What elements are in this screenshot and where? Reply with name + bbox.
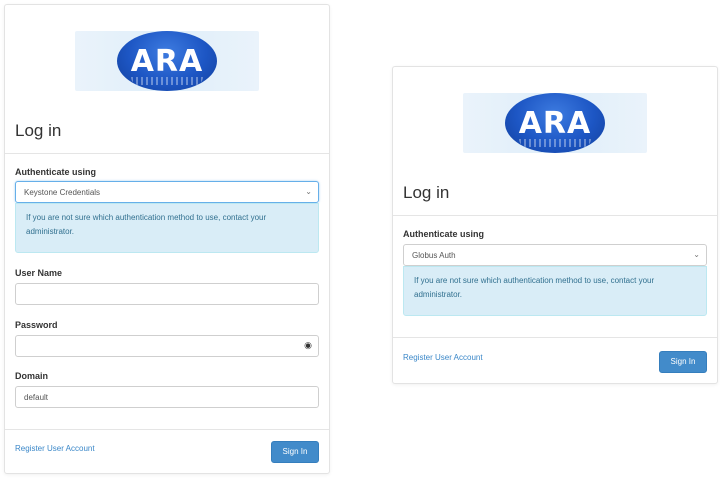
login-panel-keystone: ARA Log in Authenticate using Keystone C…	[4, 4, 330, 474]
logo-banner: ARA	[463, 93, 647, 153]
ara-logo: ARA	[505, 93, 605, 153]
divider	[5, 153, 329, 154]
auth-help-text: If you are not sure which authentication…	[26, 213, 267, 236]
page-title: Log in	[403, 183, 450, 202]
auth-method-value: Keystone Credentials	[24, 188, 101, 197]
domain-value: default	[24, 393, 49, 402]
footer-divider	[5, 429, 329, 430]
logo-skyline-decoration	[131, 77, 203, 85]
footer-divider	[393, 337, 717, 338]
register-account-link[interactable]: Register User Account	[15, 444, 95, 453]
auth-method-select[interactable]: Globus Auth ⌄	[403, 244, 707, 266]
auth-help-info: If you are not sure which authentication…	[403, 266, 707, 316]
page-title: Log in	[15, 121, 62, 140]
ara-logo: ARA	[117, 31, 217, 91]
auth-method-select[interactable]: Keystone Credentials ⌄	[15, 181, 319, 203]
logo-banner: ARA	[75, 31, 259, 91]
chevron-down-icon: ⌄	[693, 250, 700, 259]
register-account-link[interactable]: Register User Account	[403, 353, 483, 362]
sign-in-button[interactable]: Sign In	[659, 351, 707, 373]
username-input[interactable]	[15, 283, 319, 305]
chevron-down-icon: ⌄	[305, 187, 312, 196]
logo-text: ARA	[130, 43, 204, 79]
username-label: User Name	[15, 268, 63, 278]
divider	[393, 215, 717, 216]
login-panel-globus: ARA Log in Authenticate using Globus Aut…	[392, 66, 718, 384]
domain-input[interactable]: default	[15, 386, 319, 408]
authenticate-using-label: Authenticate using	[15, 167, 97, 177]
logo-skyline-decoration	[519, 139, 591, 147]
logo-text: ARA	[518, 105, 592, 141]
authenticate-using-label: Authenticate using	[403, 229, 485, 239]
auth-help-info: If you are not sure which authentication…	[15, 203, 319, 253]
password-label: Password	[15, 320, 58, 330]
auth-method-value: Globus Auth	[412, 251, 456, 260]
password-input[interactable]: ◉	[15, 335, 319, 357]
domain-label: Domain	[15, 371, 49, 381]
eye-icon[interactable]: ◉	[304, 340, 312, 351]
sign-in-button[interactable]: Sign In	[271, 441, 319, 463]
auth-help-text: If you are not sure which authentication…	[414, 276, 655, 299]
